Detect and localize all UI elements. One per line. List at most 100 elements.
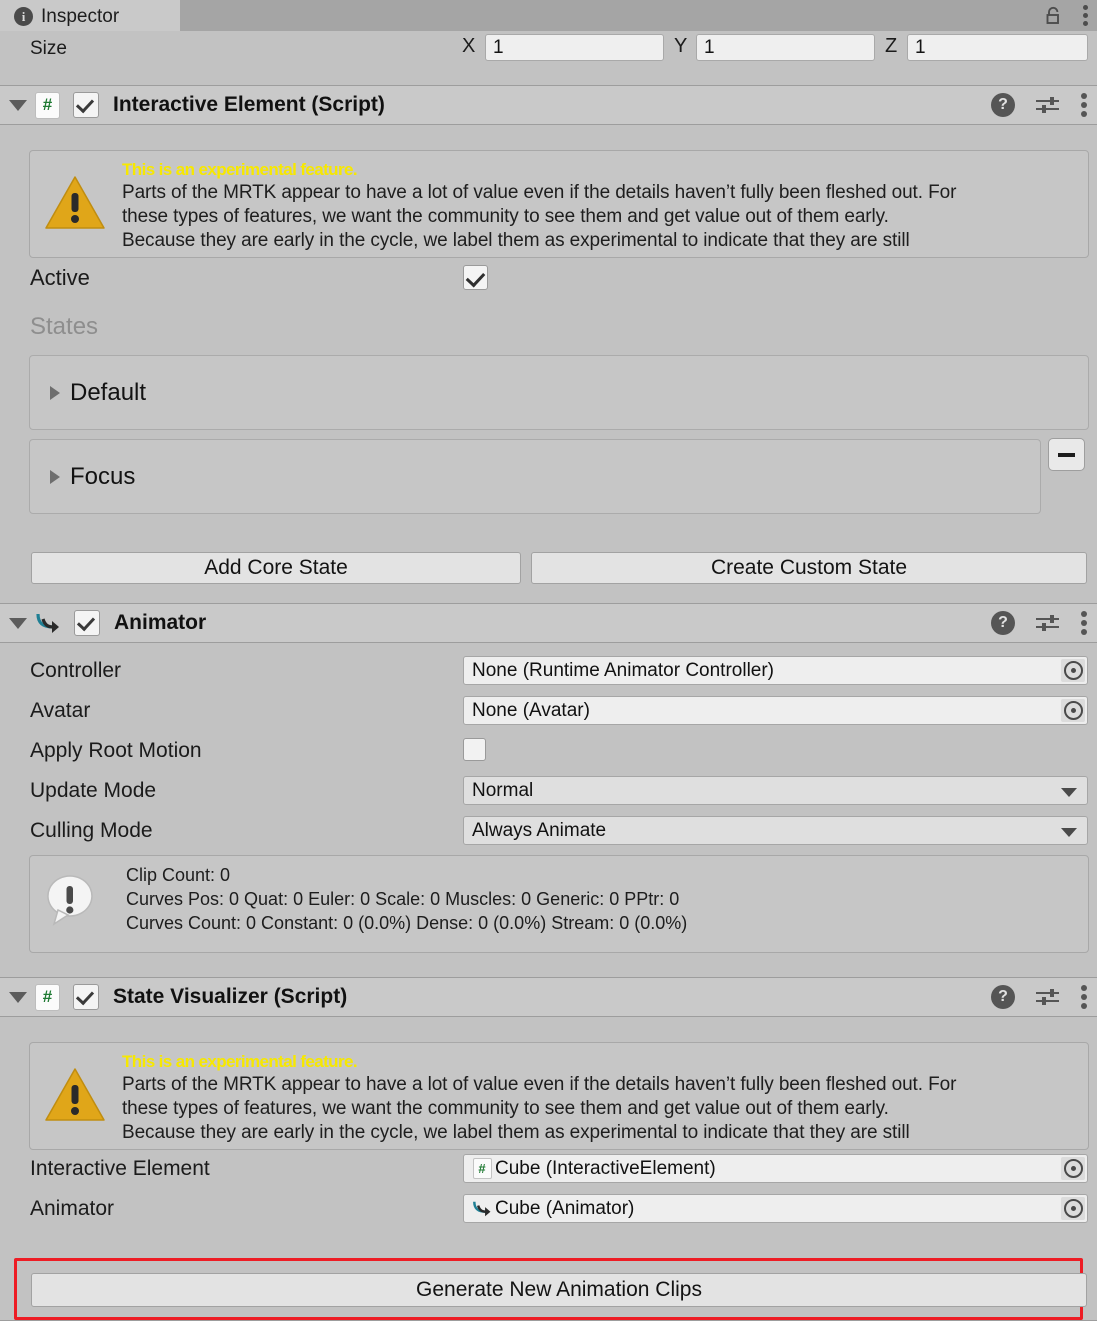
object-picker-icon[interactable] (1061, 1197, 1085, 1220)
chevron-down-icon (1061, 788, 1077, 797)
help-icon[interactable]: ? (991, 93, 1015, 117)
avatar-field[interactable]: None (Avatar) (463, 696, 1088, 725)
component-enabled-checkbox[interactable] (73, 92, 99, 118)
preset-icon[interactable] (1035, 987, 1061, 1007)
sv-interactive-element-field[interactable]: # Cube (InteractiveElement) (463, 1154, 1088, 1183)
script-icon: # (472, 1158, 492, 1179)
avatar-label: Avatar (30, 699, 91, 722)
minus-icon (1058, 452, 1075, 457)
states-label: States (30, 313, 99, 340)
warning-triangle-icon (44, 175, 106, 231)
component-title: Interactive Element (Script) (113, 93, 385, 116)
controller-field[interactable]: None (Runtime Animator Controller) (463, 656, 1088, 685)
component-title: Animator (114, 611, 207, 634)
preset-icon[interactable] (1035, 613, 1061, 633)
animator-info-box: Clip Count: 0 Curves Pos: 0 Quat: 0 Eule… (29, 855, 1089, 953)
object-picker-icon[interactable] (1061, 699, 1085, 722)
update-mode-label: Update Mode (30, 779, 157, 802)
preset-icon[interactable] (1035, 95, 1061, 115)
state-name-label: Focus (70, 462, 136, 490)
add-core-state-button[interactable]: Add Core State (31, 552, 521, 584)
experimental-warning-text-2: This is an experimental feature. Parts o… (122, 1051, 1076, 1145)
animator-icon (35, 611, 61, 636)
apply-root-motion-label: Apply Root Motion (30, 739, 202, 762)
inspector-window: i Inspector Size X 1 Y 1 Z 1 # Interacti… (0, 0, 1097, 1321)
inspector-tabbar: i Inspector (0, 0, 1097, 31)
lock-icon[interactable] (1045, 6, 1063, 25)
generate-new-animation-clips-button[interactable]: Generate New Animation Clips (31, 1273, 1087, 1307)
size-label: Size (30, 38, 67, 59)
size-z-axis-label: Z (885, 35, 898, 57)
size-x-axis-label: X (462, 35, 476, 57)
warning-title: This is an experimental feature. (122, 160, 358, 179)
foldout-arrow-icon[interactable] (9, 617, 27, 629)
create-custom-state-button[interactable]: Create Custom State (531, 552, 1087, 584)
kebab-menu-icon[interactable] (1081, 611, 1087, 635)
size-z-input[interactable]: 1 (907, 34, 1088, 61)
foldout-arrow-icon[interactable] (9, 991, 27, 1003)
object-picker-icon[interactable] (1061, 1157, 1085, 1180)
component-enabled-checkbox[interactable] (74, 610, 100, 636)
warning-triangle-icon (44, 1067, 106, 1123)
foldout-arrow-icon[interactable] (50, 385, 60, 400)
active-checkbox[interactable] (463, 265, 488, 290)
kebab-menu-icon[interactable] (1083, 5, 1088, 26)
info-icon: i (14, 7, 33, 26)
sv-interactive-element-value: Cube (InteractiveElement) (495, 1157, 716, 1179)
warning-line-1: Parts of the MRTK appear to have a lot o… (122, 1074, 957, 1095)
animator-icon (472, 1199, 492, 1219)
warning-line-3: Because they are early in the cycle, we … (122, 230, 910, 251)
component-header-icons: ? (991, 978, 1087, 1016)
warning-title: This is an experimental feature. (122, 1052, 358, 1071)
component-header-animator[interactable]: Animator ? (0, 603, 1097, 643)
component-enabled-checkbox[interactable] (73, 984, 99, 1010)
controller-label: Controller (30, 659, 122, 682)
foldout-arrow-icon[interactable] (9, 99, 27, 111)
component-title: State Visualizer (Script) (113, 985, 348, 1008)
kebab-menu-icon[interactable] (1081, 985, 1087, 1009)
sv-animator-label: Animator (30, 1197, 115, 1220)
warning-line-2: these types of features, we want the com… (122, 206, 889, 227)
info-bubble-icon (44, 874, 96, 926)
sv-animator-value: Cube (Animator) (495, 1197, 635, 1219)
active-label: Active (30, 265, 90, 290)
component-header-state-visualizer[interactable]: # State Visualizer (Script) ? (0, 977, 1097, 1017)
help-icon[interactable]: ? (991, 985, 1015, 1009)
chevron-down-icon (1061, 828, 1077, 837)
state-name-label: Default (70, 378, 147, 406)
update-mode-dropdown[interactable]: Normal (463, 776, 1088, 805)
size-y-input[interactable]: 1 (696, 34, 875, 61)
culling-mode-value: Always Animate (472, 819, 607, 841)
curves-line: Curves Pos: 0 Quat: 0 Euler: 0 Scale: 0 … (126, 889, 680, 909)
size-x-input[interactable]: 1 (485, 34, 664, 61)
curves-count-line: Curves Count: 0 Constant: 0 (0.0%) Dense… (126, 913, 688, 933)
sv-animator-field[interactable]: Cube (Animator) (463, 1194, 1088, 1223)
culling-mode-dropdown[interactable]: Always Animate (463, 816, 1088, 845)
remove-state-button[interactable] (1048, 438, 1085, 471)
warning-line-2: these types of features, we want the com… (122, 1098, 889, 1119)
object-picker-icon[interactable] (1061, 659, 1085, 682)
apply-root-motion-checkbox[interactable] (463, 738, 486, 761)
controller-value: None (Runtime Animator Controller) (472, 659, 775, 681)
tab-inspector[interactable]: i Inspector (0, 0, 180, 31)
experimental-warning-text-1: This is an experimental feature. Parts o… (122, 159, 1076, 253)
tab-inspector-label: Inspector (41, 5, 120, 27)
culling-mode-label: Culling Mode (30, 819, 153, 842)
script-icon: # (35, 983, 60, 1011)
component-header-icons: ? (991, 86, 1087, 124)
warning-line-1: Parts of the MRTK appear to have a lot o… (122, 182, 957, 203)
sv-interactive-element-label: Interactive Element (30, 1157, 210, 1180)
size-row: Size X 1 Y 1 Z 1 (0, 31, 1097, 68)
experimental-warning-box-1: This is an experimental feature. Parts o… (29, 150, 1089, 258)
kebab-menu-icon[interactable] (1081, 93, 1087, 117)
state-panel-default[interactable]: Default (29, 355, 1089, 430)
clip-count-line: Clip Count: 0 (126, 865, 231, 885)
help-icon[interactable]: ? (991, 611, 1015, 635)
script-icon: # (35, 91, 60, 119)
warning-line-3: Because they are early in the cycle, we … (122, 1122, 910, 1143)
state-panel-focus[interactable]: Focus (29, 439, 1041, 514)
component-header-icons: ? (991, 604, 1087, 642)
avatar-value: None (Avatar) (472, 699, 590, 721)
foldout-arrow-icon[interactable] (50, 469, 60, 484)
component-header-interactive-element[interactable]: # Interactive Element (Script) ? (0, 85, 1097, 125)
